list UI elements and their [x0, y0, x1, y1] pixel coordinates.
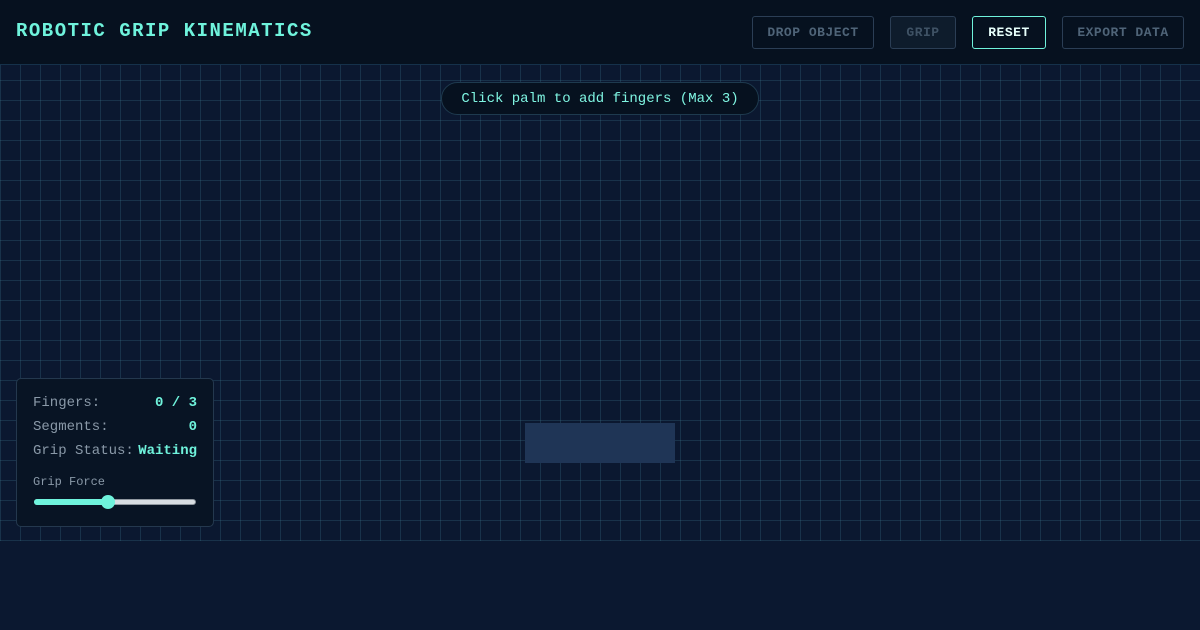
grip-status-label: Grip Status: — [33, 443, 134, 459]
segments-stat: Segments: 0 — [33, 419, 197, 439]
app-root: ROBOTIC GRIP KINEMATICS DROP OBJECT GRIP… — [0, 0, 1200, 630]
app-title: ROBOTIC GRIP KINEMATICS — [16, 20, 313, 42]
slider-fill — [34, 499, 108, 505]
fingers-stat: Fingers: 0 / 3 — [33, 395, 197, 415]
grip-status-value: Waiting — [138, 443, 197, 459]
robot-palm[interactable] — [525, 423, 675, 463]
fingers-label: Fingers: — [33, 395, 101, 411]
grip-force-slider[interactable] — [33, 495, 197, 509]
reset-button[interactable]: RESET — [972, 16, 1046, 49]
fingers-value: 0 / 3 — [154, 395, 197, 411]
grip-force-label: Grip Force — [33, 475, 106, 489]
grip-button[interactable]: GRIP — [890, 16, 956, 49]
grip-status-stat: Grip Status: Waiting — [33, 443, 197, 463]
drop-object-button[interactable]: DROP OBJECT — [752, 16, 874, 49]
stats-panel: Fingers: 0 / 3 Segments: 0 Grip Status: … — [16, 378, 214, 527]
export-data-button[interactable]: EXPORT DATA — [1062, 16, 1184, 49]
segments-label: Segments: — [33, 419, 109, 435]
segments-value: 0 — [188, 419, 197, 435]
slider-thumb[interactable] — [101, 495, 115, 509]
instruction-hint: Click palm to add fingers (Max 3) — [441, 82, 759, 115]
top-bar: ROBOTIC GRIP KINEMATICS DROP OBJECT GRIP… — [0, 0, 1200, 65]
